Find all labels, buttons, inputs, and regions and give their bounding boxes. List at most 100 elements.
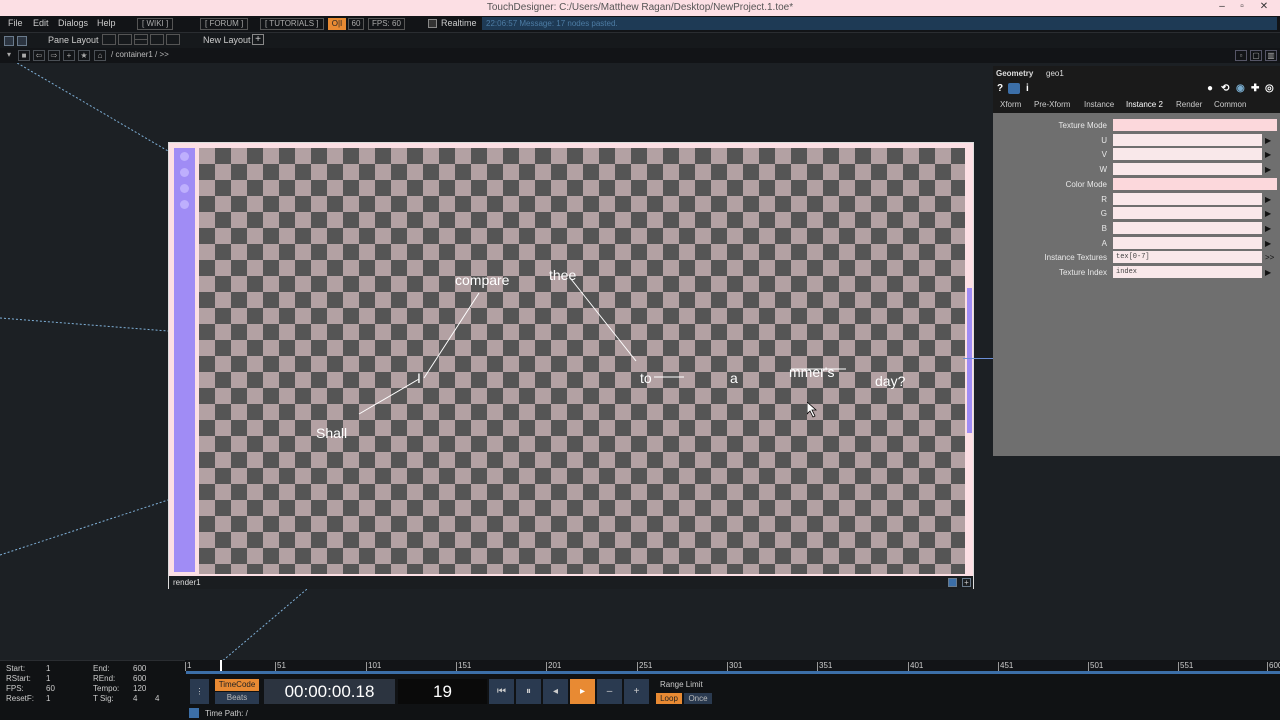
menu-help[interactable]: Help: [97, 18, 116, 28]
settings-icon[interactable]: ◎: [1265, 83, 1274, 94]
maximize-button[interactable]: ▫: [1232, 1, 1252, 12]
tab-xform[interactable]: Xform: [1000, 100, 1021, 109]
param-field[interactable]: [1113, 163, 1262, 175]
param-menu[interactable]: [1113, 119, 1277, 131]
time-options-button[interactable]: ⋮: [190, 679, 209, 704]
layout-5-icon[interactable]: [166, 34, 180, 45]
pane-divider[interactable]: [963, 358, 993, 359]
wiki-button[interactable]: [ WIKI ]: [137, 18, 174, 30]
network-path[interactable]: / container1 / >>: [111, 50, 169, 59]
step-forward-button[interactable]: +: [624, 679, 649, 704]
render1-node[interactable]: compare thee I to a mmer's day? Shall re…: [168, 142, 974, 589]
param-field[interactable]: [1113, 222, 1262, 234]
resetf-value[interactable]: 1: [46, 694, 50, 703]
menu-file[interactable]: File: [8, 18, 23, 28]
tsig-value-2[interactable]: 4: [155, 694, 159, 703]
network-icon[interactable]: ⟲: [1221, 83, 1229, 94]
add-icon[interactable]: +: [63, 50, 75, 61]
tab-common[interactable]: Common: [1214, 100, 1246, 109]
forum-button[interactable]: [ FORUM ]: [200, 18, 249, 30]
param-arrow-icon[interactable]: ▶: [1265, 164, 1277, 175]
param-arrow-icon[interactable]: ▶: [1265, 208, 1277, 219]
end-value[interactable]: 600: [133, 664, 146, 673]
render-viewer[interactable]: compare thee I to a mmer's day? Shall: [199, 148, 965, 574]
pane-icon[interactable]: [4, 36, 14, 46]
timecode-toggle[interactable]: TimeCode: [215, 679, 259, 691]
star-icon[interactable]: ★: [78, 50, 90, 61]
timeline-ruler[interactable]: 151101151201251301351401451501551600: [185, 660, 1280, 674]
rend-value[interactable]: 600: [133, 674, 146, 683]
time-path-text[interactable]: Time Path: /: [205, 709, 248, 718]
viewer-toggle-icon[interactable]: [947, 578, 957, 587]
panel-icon[interactable]: ▥: [1265, 50, 1277, 61]
python-help-icon[interactable]: [1008, 83, 1020, 94]
operator-name[interactable]: geo1: [1046, 69, 1064, 78]
tutorials-button[interactable]: [ TUTORIALS ]: [260, 18, 324, 30]
tempo-value[interactable]: 120: [133, 684, 146, 693]
param-field[interactable]: tex[0-7]: [1113, 251, 1262, 263]
once-button[interactable]: Once: [684, 693, 712, 704]
node-arrow-icon[interactable]: [180, 184, 189, 193]
tsig-value-1[interactable]: 4: [133, 694, 137, 703]
add-param-icon[interactable]: ✚: [1251, 83, 1259, 94]
tab-instance-2[interactable]: Instance 2: [1126, 100, 1163, 109]
param-field[interactable]: [1113, 207, 1262, 219]
new-layout-button[interactable]: +: [252, 34, 264, 45]
play-reverse-button[interactable]: ◂: [543, 679, 568, 704]
rewind-button[interactable]: ⏮: [489, 679, 514, 704]
param-arrow-icon[interactable]: ▶: [1265, 194, 1277, 205]
menu-edit[interactable]: Edit: [33, 18, 49, 28]
rstart-value[interactable]: 1: [46, 674, 50, 683]
tab-render[interactable]: Render: [1176, 100, 1202, 109]
pane-split-icon[interactable]: [17, 36, 27, 46]
node-flag-icon[interactable]: [180, 152, 189, 161]
pause-button[interactable]: ⏸: [516, 679, 541, 704]
step-back-button[interactable]: –: [597, 679, 622, 704]
param-arrow-icon[interactable]: ▶: [1265, 267, 1277, 278]
param-arrow-icon[interactable]: ▶: [1265, 238, 1277, 249]
param-menu[interactable]: [1113, 178, 1277, 190]
tab-instance[interactable]: Instance: [1084, 100, 1114, 109]
node-edit-icon[interactable]: [180, 168, 189, 177]
layout-2-icon[interactable]: [118, 34, 132, 45]
fps-value[interactable]: 60: [46, 684, 55, 693]
layout-3-icon[interactable]: [134, 34, 148, 45]
node-name-label[interactable]: render1: [169, 576, 973, 589]
param-arrow-icon[interactable]: ▶: [1265, 223, 1277, 234]
frame-display[interactable]: 19: [398, 679, 487, 704]
info-icon[interactable]: i: [1026, 83, 1029, 94]
menu-dialogs[interactable]: Dialogs: [58, 18, 88, 28]
beats-toggle[interactable]: Beats: [215, 692, 259, 704]
time-path-icon[interactable]: [189, 708, 199, 718]
view-icon[interactable]: ▢: [1250, 50, 1262, 61]
param-arrow-icon[interactable]: >>: [1265, 252, 1277, 263]
param-arrow-icon[interactable]: ▶: [1265, 149, 1277, 160]
minimize-button[interactable]: –: [1212, 1, 1232, 12]
comment-icon[interactable]: ●: [1207, 83, 1213, 94]
node-lock-icon[interactable]: [180, 200, 189, 209]
close-button[interactable]: ✕: [1254, 1, 1274, 12]
chevron-down-icon[interactable]: ▾: [4, 50, 14, 61]
forward-icon[interactable]: ⇨: [48, 50, 60, 61]
stop-icon[interactable]: ■: [18, 50, 30, 61]
grid-icon[interactable]: ▫: [1235, 50, 1247, 61]
param-arrow-icon[interactable]: ▶: [1265, 135, 1277, 146]
param-field[interactable]: [1113, 134, 1262, 146]
layout-1-icon[interactable]: [102, 34, 116, 45]
viewer-scrollbar[interactable]: [967, 288, 972, 433]
layout-4-icon[interactable]: [150, 34, 164, 45]
expand-icon[interactable]: +: [962, 578, 971, 587]
loop-button[interactable]: Loop: [656, 693, 682, 704]
time-display[interactable]: 00:00:00.18: [264, 679, 395, 704]
web-icon[interactable]: ◉: [1236, 83, 1245, 94]
perform-toggle[interactable]: O|I: [328, 18, 346, 30]
fps-field[interactable]: 60: [348, 18, 364, 30]
help-icon[interactable]: ?: [997, 83, 1003, 94]
param-field[interactable]: [1113, 237, 1262, 249]
tab-pre-xform[interactable]: Pre-Xform: [1034, 100, 1070, 109]
param-field[interactable]: [1113, 148, 1262, 160]
start-value[interactable]: 1: [46, 664, 50, 673]
param-field[interactable]: index: [1113, 266, 1262, 278]
play-forward-button[interactable]: ▸: [570, 679, 595, 704]
home-icon[interactable]: ⌂: [94, 50, 106, 61]
